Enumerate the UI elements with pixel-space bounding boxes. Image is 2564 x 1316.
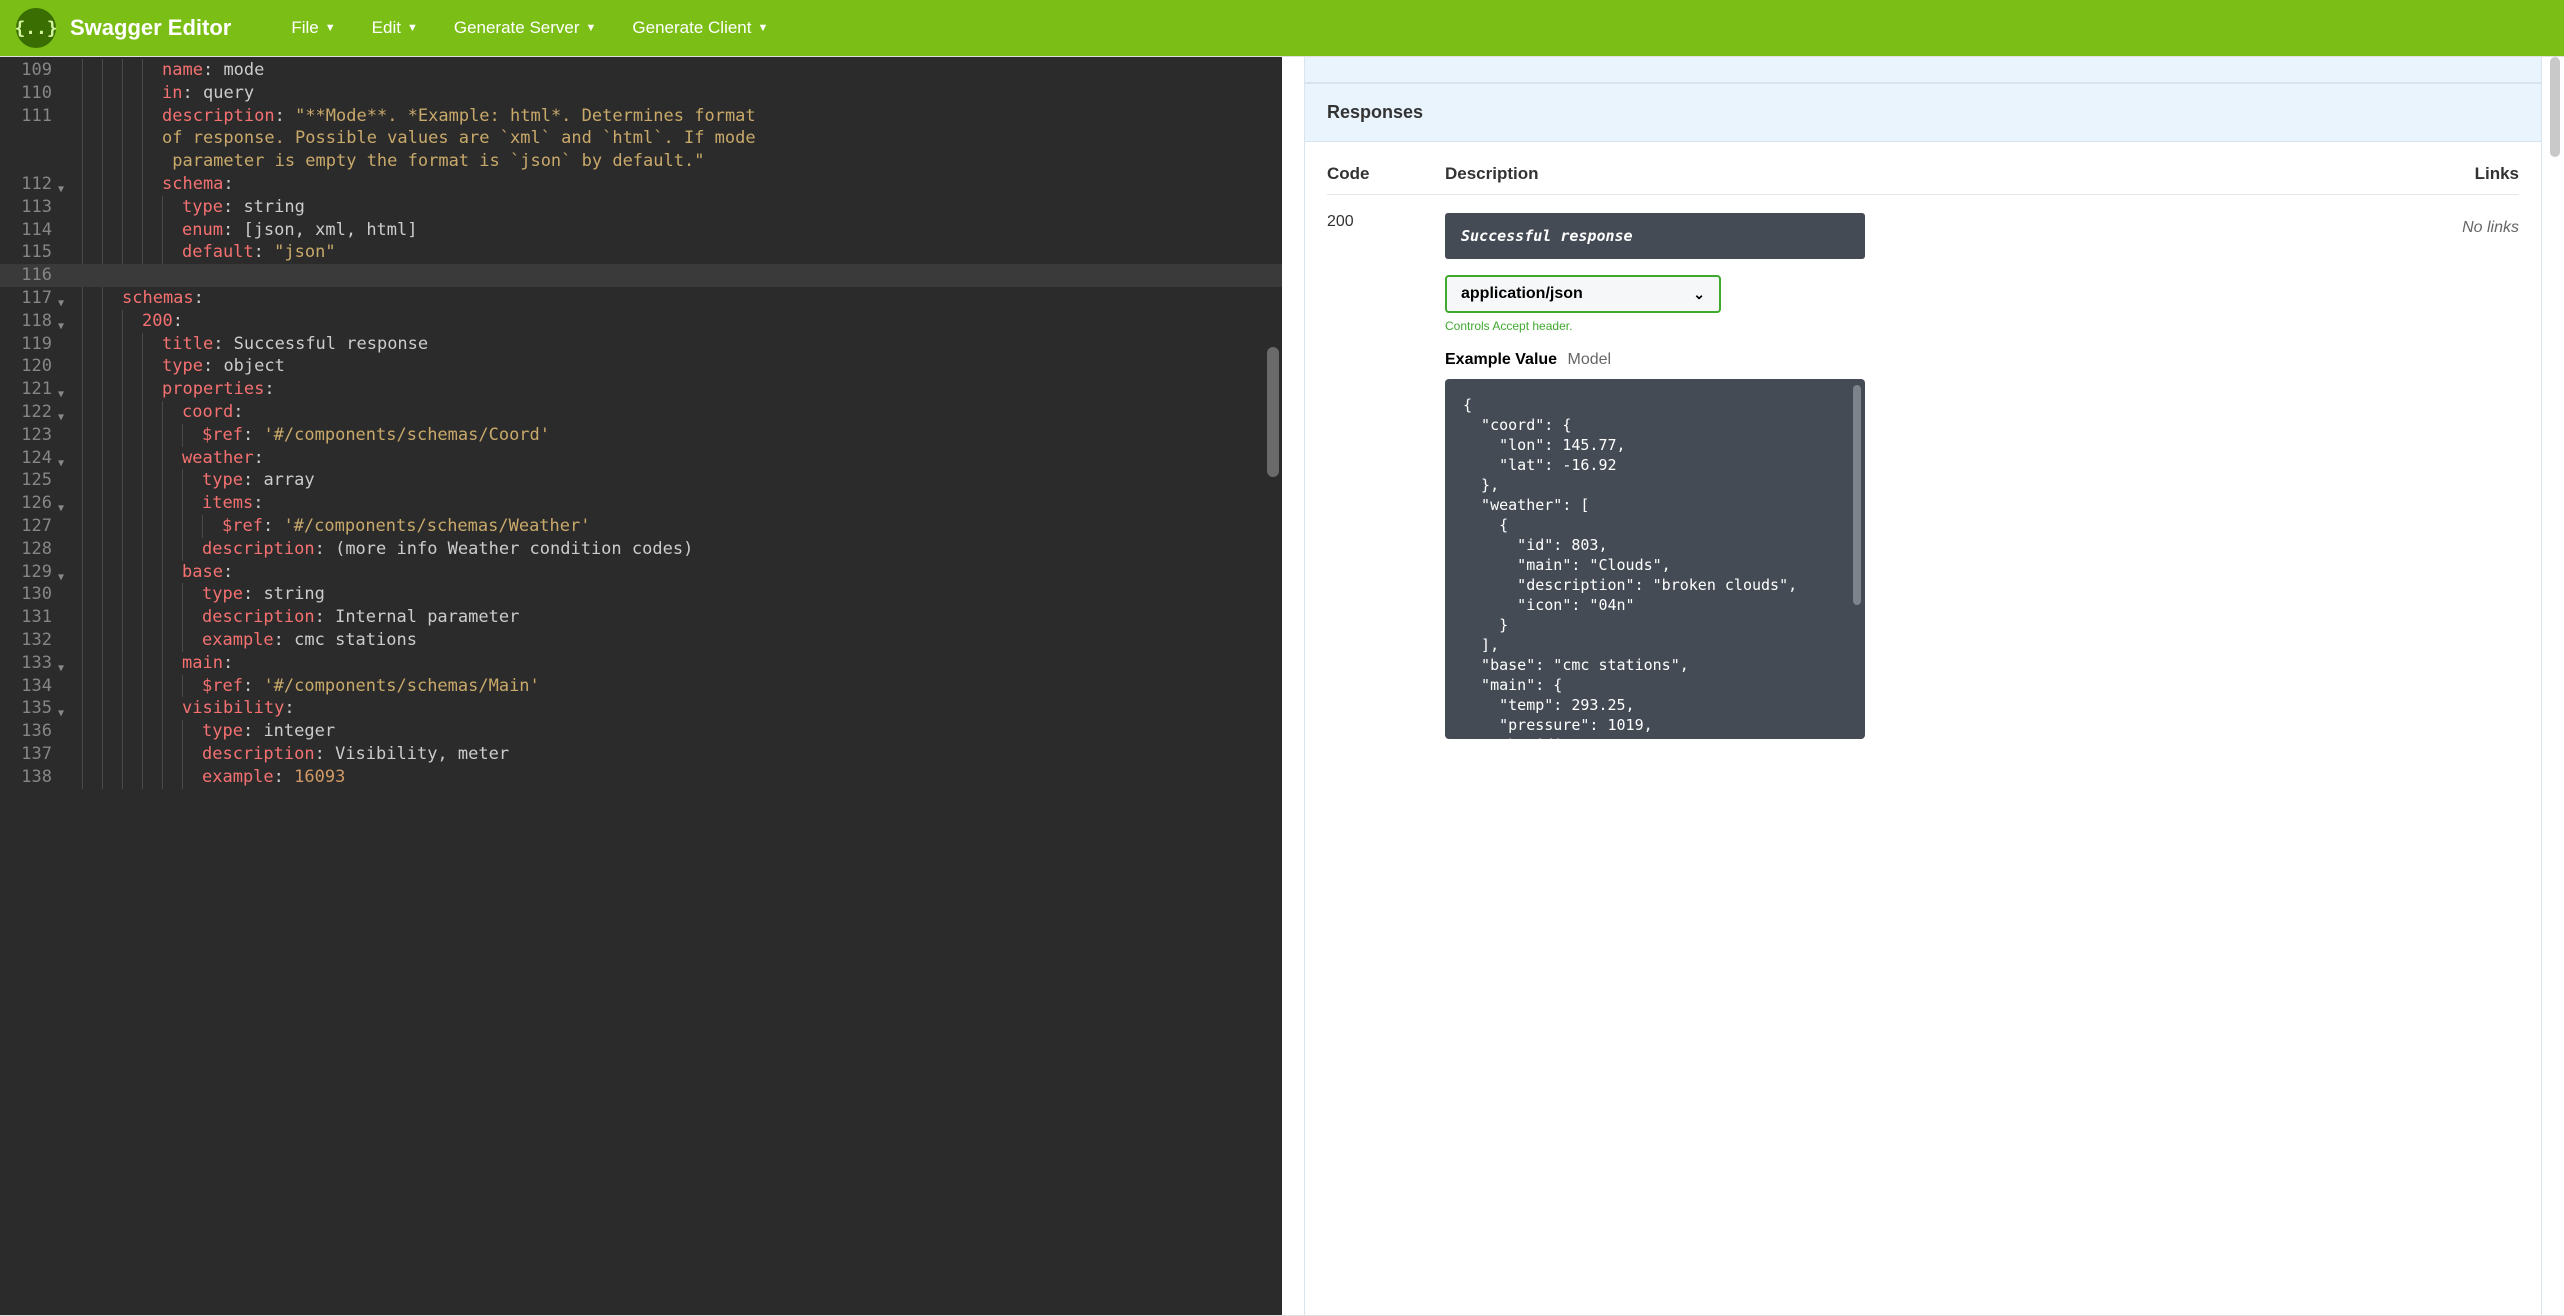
- editor-line[interactable]: 109name: mode: [0, 59, 1282, 82]
- responses-columns: Code Description Links: [1327, 164, 2519, 195]
- responses-header: Responses: [1305, 83, 2541, 142]
- chevron-down-icon: ⌄: [1693, 286, 1705, 303]
- docs-scrollbar[interactable]: [2550, 57, 2560, 1315]
- editor-line[interactable]: 127$ref: '#/components/schemas/Weather': [0, 515, 1282, 538]
- editor-line[interactable]: 117▼schemas:: [0, 287, 1282, 310]
- menu-edit[interactable]: Edit▼: [372, 18, 418, 38]
- split-pane: 109name: mode110in: query111description:…: [0, 56, 2564, 1316]
- tab-model[interactable]: Model: [1568, 351, 1612, 368]
- col-header-code: Code: [1327, 164, 1445, 184]
- chevron-down-icon: ▼: [758, 22, 769, 34]
- editor-line[interactable]: 119title: Successful response: [0, 333, 1282, 356]
- response-description: Successful response: [1445, 213, 1865, 259]
- editor-line[interactable]: 133▼main:: [0, 652, 1282, 675]
- response-links: No links: [2419, 213, 2519, 739]
- media-type-select[interactable]: application/json ⌄: [1445, 275, 1721, 313]
- editor-line[interactable]: 130type: string: [0, 583, 1282, 606]
- editor-line[interactable]: 128description: (more info Weather condi…: [0, 538, 1282, 561]
- editor-line[interactable]: 118▼200:: [0, 310, 1282, 333]
- accept-hint: Controls Accept header.: [1445, 319, 2419, 333]
- editor-line[interactable]: parameter is empty the format is `json` …: [0, 150, 1282, 173]
- editor-line[interactable]: 112▼schema:: [0, 173, 1282, 196]
- editor-line[interactable]: 129▼base:: [0, 561, 1282, 584]
- editor-line[interactable]: 136type: integer: [0, 720, 1282, 743]
- tab-example-value[interactable]: Example Value: [1445, 351, 1557, 368]
- editor-line[interactable]: 135▼visibility:: [0, 697, 1282, 720]
- editor-line[interactable]: 132example: cmc stations: [0, 629, 1282, 652]
- api-docs-panel: Responses Code Description Links 200 Suc…: [1282, 57, 2564, 1315]
- editor-line[interactable]: 120type: object: [0, 355, 1282, 378]
- swagger-logo-icon: {..}: [16, 8, 56, 48]
- menu-generate-server[interactable]: Generate Server▼: [454, 18, 597, 38]
- app-title: Swagger Editor: [70, 15, 231, 41]
- editor-line[interactable]: 115default: "json": [0, 241, 1282, 264]
- editor-line[interactable]: 116: [0, 264, 1282, 287]
- example-scrollbar[interactable]: [1853, 385, 1861, 605]
- menu-file[interactable]: File▼: [291, 18, 335, 38]
- example-code[interactable]: { "coord": { "lon": 145.77, "lat": -16.9…: [1445, 379, 1865, 739]
- chevron-down-icon: ▼: [586, 22, 597, 34]
- responses-title: Responses: [1327, 102, 2519, 123]
- editor-line[interactable]: 111description: "**Mode**. *Example: htm…: [0, 105, 1282, 128]
- example-model-tabs: Example Value Model: [1445, 351, 2419, 369]
- editor-line[interactable]: 114enum: [json, xml, html]: [0, 219, 1282, 242]
- editor-line[interactable]: 138example: 16093: [0, 766, 1282, 789]
- editor-line[interactable]: 134$ref: '#/components/schemas/Main': [0, 675, 1282, 698]
- editor-scrollbar[interactable]: [1267, 57, 1279, 1315]
- editor-line[interactable]: 126▼items:: [0, 492, 1282, 515]
- editor-line[interactable]: 113type: string: [0, 196, 1282, 219]
- editor-line[interactable]: 131description: Internal parameter: [0, 606, 1282, 629]
- chevron-down-icon: ▼: [325, 22, 336, 34]
- editor-line[interactable]: 125type: array: [0, 469, 1282, 492]
- response-row: 200 Successful response application/json…: [1327, 195, 2519, 739]
- editor-line[interactable]: 122▼coord:: [0, 401, 1282, 424]
- app-header: {..} Swagger Editor File▼ Edit▼ Generate…: [0, 0, 2564, 56]
- media-type-value: application/json: [1461, 285, 1583, 303]
- editor-line[interactable]: 124▼weather:: [0, 447, 1282, 470]
- editor-line[interactable]: 123$ref: '#/components/schemas/Coord': [0, 424, 1282, 447]
- col-header-description: Description: [1445, 164, 2419, 184]
- chevron-down-icon: ▼: [407, 22, 418, 34]
- editor-line[interactable]: 110in: query: [0, 82, 1282, 105]
- editor-line[interactable]: of response. Possible values are `xml` a…: [0, 127, 1282, 150]
- yaml-editor[interactable]: 109name: mode110in: query111description:…: [0, 57, 1282, 1315]
- menu-generate-client[interactable]: Generate Client▼: [632, 18, 768, 38]
- response-code: 200: [1327, 213, 1445, 739]
- editor-line[interactable]: 137description: Visibility, meter: [0, 743, 1282, 766]
- col-header-links: Links: [2419, 164, 2519, 184]
- menu-bar: File▼ Edit▼ Generate Server▼ Generate Cl…: [291, 18, 768, 38]
- editor-line[interactable]: 121▼properties:: [0, 378, 1282, 401]
